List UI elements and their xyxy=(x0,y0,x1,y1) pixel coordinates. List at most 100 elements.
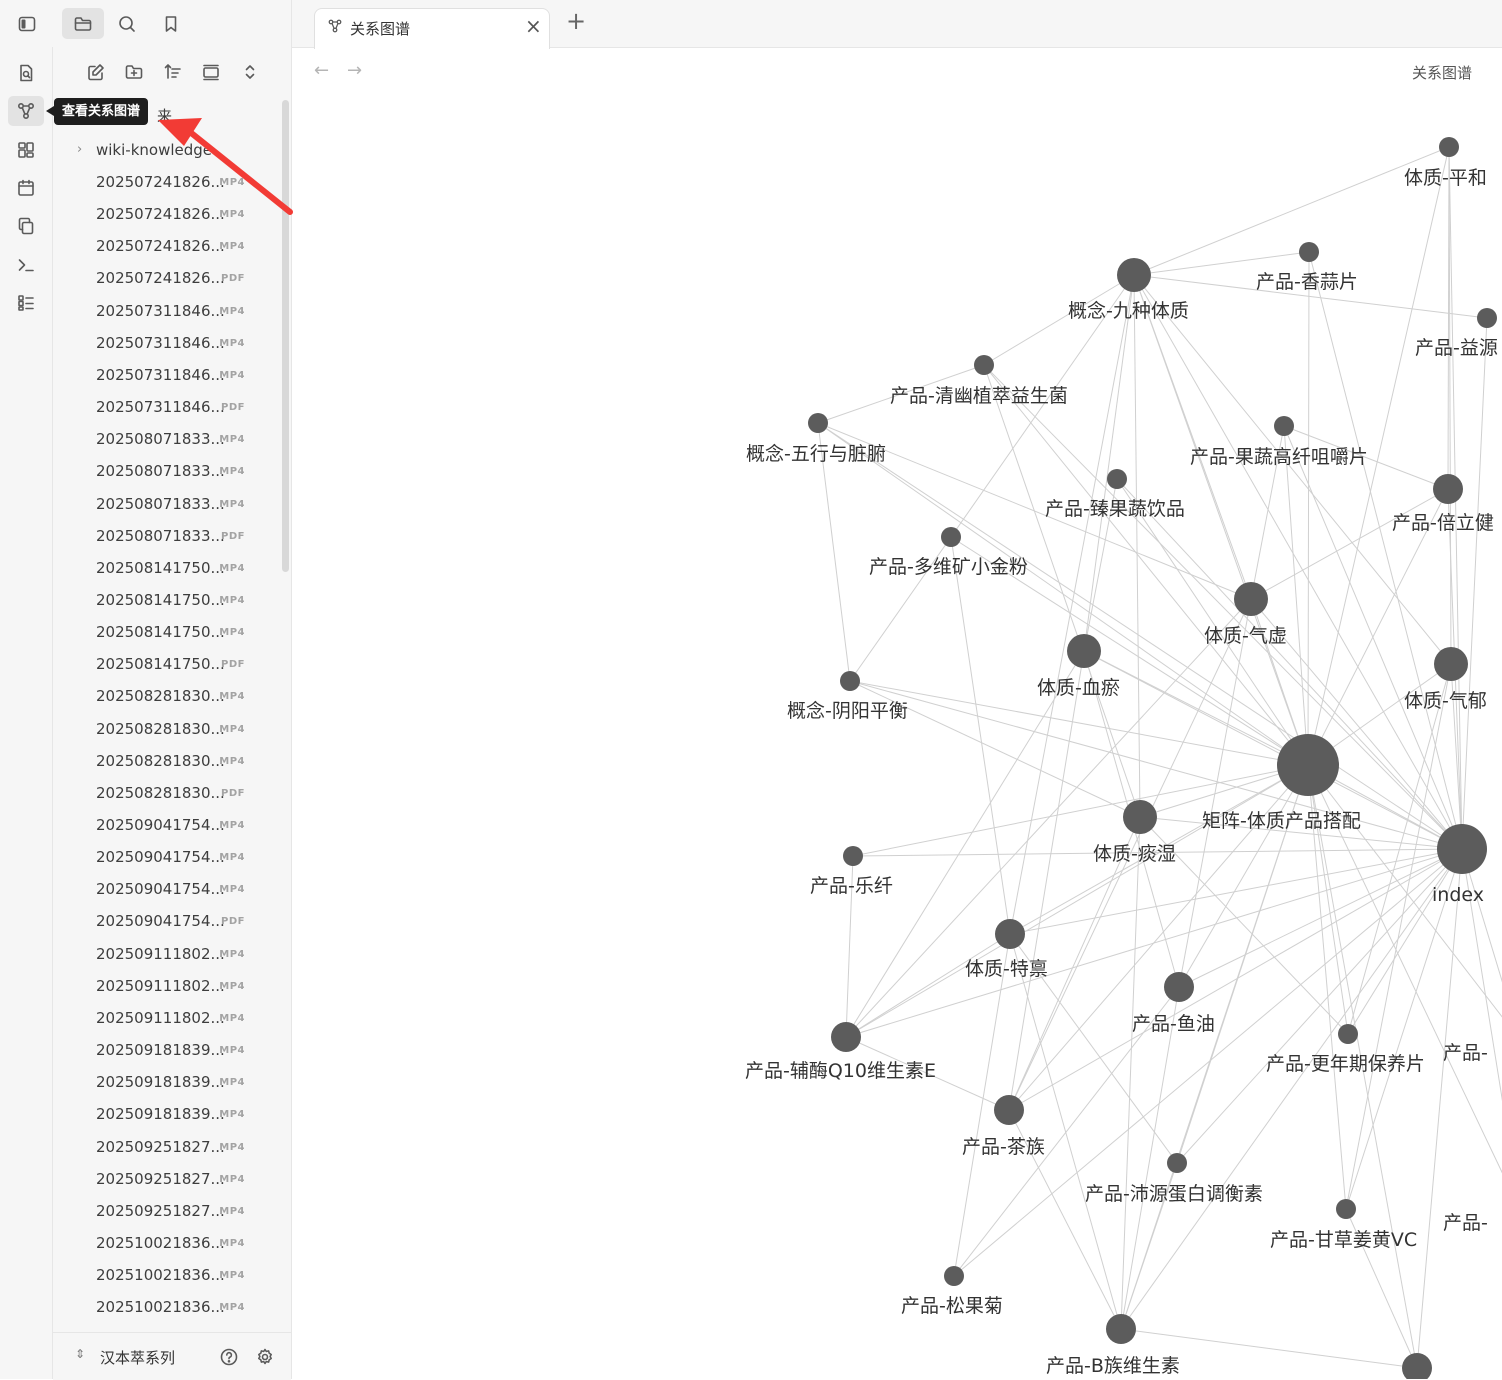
search-icon[interactable] xyxy=(113,10,141,38)
file-row[interactable]: 202507241826... PDF xyxy=(53,263,285,293)
file-row[interactable]: 202508141750... PDF xyxy=(53,649,285,679)
canvas-icon[interactable] xyxy=(12,136,40,164)
graph-node-dot[interactable] xyxy=(1106,1314,1136,1344)
graph-node-label[interactable]: 产品-乐纤 xyxy=(810,875,893,897)
graph-node-dot[interactable] xyxy=(1336,1199,1356,1219)
graph-node[interactable]: 产品-辅酶Q10维生素E xyxy=(745,1022,936,1082)
graph-node[interactable]: 产品-臻果蔬饮品 xyxy=(1045,469,1185,520)
graph-node-dot[interactable] xyxy=(808,413,828,433)
graph-node-label[interactable]: index xyxy=(1432,884,1484,906)
graph-node[interactable]: 产品-益源 xyxy=(1415,308,1498,359)
file-row[interactable]: 202508141750... MP4 xyxy=(53,553,285,583)
graph-node[interactable]: 体质-气虚 xyxy=(1204,582,1287,647)
file-row[interactable]: 202507241826... MP4 xyxy=(53,167,285,197)
bookmark-icon[interactable] xyxy=(157,10,185,38)
file-row[interactable]: 202508141750... MP4 xyxy=(53,617,285,647)
file-row[interactable]: 202508281830... MP4 xyxy=(53,714,285,744)
graph-node-dot[interactable] xyxy=(1402,1353,1432,1379)
graph-node-dot[interactable] xyxy=(1164,972,1194,1002)
graph-node-label[interactable]: 体质-血瘀 xyxy=(1037,677,1120,699)
graph-node-label[interactable]: 产品-B族维生素 xyxy=(1046,1355,1180,1377)
graph-node[interactable]: 概念-五行与脏腑 xyxy=(746,413,886,465)
graph-node-label[interactable]: 产品-甘草姜黄VC xyxy=(1270,1229,1417,1251)
graph-node[interactable]: 产品-茶族 xyxy=(962,1095,1045,1158)
graph-node[interactable]: 产品-清幽植萃益生菌 xyxy=(890,355,1068,407)
graph-node[interactable]: 产品-鱼油 xyxy=(1132,972,1215,1035)
graph-node-label[interactable]: 产品-鱼油 xyxy=(1132,1013,1215,1035)
file-row[interactable]: 202508071833... MP4 xyxy=(53,489,285,519)
graph-node-label[interactable]: 产品-益源 xyxy=(1415,337,1498,359)
graph-node-dot[interactable] xyxy=(1067,634,1101,668)
file-row[interactable]: 202507311846... MP4 xyxy=(53,360,285,390)
file-row[interactable]: 202509041754... MP4 xyxy=(53,874,285,904)
file-row[interactable]: 202509181839... MP4 xyxy=(53,1035,285,1065)
graph-node-dot[interactable] xyxy=(1117,258,1151,292)
graph-node[interactable]: 产品-B族维生素 xyxy=(1046,1314,1180,1377)
new-note-icon[interactable] xyxy=(82,58,110,86)
graph-node[interactable]: index xyxy=(1432,824,1487,906)
graph-node[interactable]: 产品-果蔬高纤咀嚼片 xyxy=(1190,416,1368,468)
graph-node-dot[interactable] xyxy=(1123,800,1157,834)
graph-node-dot[interactable] xyxy=(1299,242,1319,262)
file-row[interactable]: 202507311846... MP4 xyxy=(53,328,285,358)
graph-node-dot[interactable] xyxy=(944,1266,964,1286)
graph-node-label[interactable]: 产品-香蒜片 xyxy=(1256,271,1358,293)
expand-collapse-icon[interactable] xyxy=(236,58,264,86)
graph-node-label[interactable]: 矩阵-体质产品搭配 xyxy=(1202,810,1361,832)
graph-node-label[interactable]: 体质-气虚 xyxy=(1204,625,1287,647)
graph-node-dot[interactable] xyxy=(1338,1024,1358,1044)
graph-node[interactable]: 产品-沛源蛋白调衡素 xyxy=(1085,1153,1263,1205)
graph-node-label[interactable]: 体质-特禀 xyxy=(965,958,1048,980)
new-tab-button[interactable]: + xyxy=(566,9,586,33)
file-row[interactable]: 202509111802... MP4 xyxy=(53,971,285,1001)
file-row[interactable]: 202507311846... PDF xyxy=(53,392,285,422)
graph-node-dot[interactable] xyxy=(1439,137,1459,157)
graph-node-label[interactable]: 产品-茶族 xyxy=(962,1136,1045,1158)
help-icon[interactable] xyxy=(215,1343,243,1371)
calendar-icon[interactable] xyxy=(12,174,40,202)
file-row[interactable]: 202509041754... MP4 xyxy=(53,842,285,872)
file-row[interactable]: 202509251827... MP4 xyxy=(53,1164,285,1194)
graph-node-dot[interactable] xyxy=(994,1095,1024,1125)
graph-node-dot[interactable] xyxy=(831,1022,861,1052)
graph-node[interactable]: 产品-松果菊 xyxy=(901,1266,1003,1317)
file-row[interactable]: 202509181839... MP4 xyxy=(53,1099,285,1129)
graph-node-dot[interactable] xyxy=(995,919,1025,949)
close-icon[interactable]: × xyxy=(525,14,542,38)
file-row[interactable]: 202507241826... MP4 xyxy=(53,231,285,261)
terminal-icon[interactable] xyxy=(12,251,40,279)
file-row[interactable]: 202508281830... PDF xyxy=(53,778,285,808)
graph-node-label[interactable]: 体质-气郁 xyxy=(1404,690,1487,712)
graph-node-label[interactable]: 产品-更年期保养片 xyxy=(1266,1053,1425,1075)
scrollbar[interactable] xyxy=(282,100,289,572)
file-row[interactable]: 202508071833... MP4 xyxy=(53,424,285,454)
file-row[interactable]: 202510021836... MP4 xyxy=(53,1292,285,1322)
folder-row[interactable]: › wiki-knowledge xyxy=(53,135,285,165)
graph-node-dot[interactable] xyxy=(1234,582,1268,616)
graph-node-label[interactable]: 体质-痰湿 xyxy=(1093,843,1176,865)
graph-node-dot[interactable] xyxy=(1167,1153,1187,1173)
collapse-icon[interactable] xyxy=(197,58,225,86)
file-row[interactable]: 202509111802... MP4 xyxy=(53,1003,285,1033)
graph-node-label[interactable]: 产品-多维矿小金粉 xyxy=(869,556,1028,578)
graph-node[interactable]: 产品- xyxy=(1443,1200,1502,1234)
sort-icon[interactable] xyxy=(159,58,187,86)
graph-node-label[interactable]: 产品-倍立健 xyxy=(1392,512,1494,534)
graph-node-label[interactable]: 体质-平和 xyxy=(1404,167,1487,189)
graph-node[interactable]: 概念-阴阳平衡 xyxy=(787,671,908,722)
file-row[interactable]: 202509111802... MP4 xyxy=(53,939,285,969)
graph-node-dot[interactable] xyxy=(1107,469,1127,489)
graph-node-dot[interactable] xyxy=(1277,734,1339,796)
file-row[interactable]: 202509041754... PDF xyxy=(53,906,285,936)
graph-view[interactable]: 体质-平和 概念-九种体质 产品-香蒜片 产品-益源 产品-清幽植萃益生菌 概念-五行与脏… xyxy=(292,48,1502,1379)
graph-node-label[interactable]: 产品-松果菊 xyxy=(901,1295,1003,1317)
file-row[interactable]: 202510021836... MP4 xyxy=(53,1228,285,1258)
file-row[interactable]: 202508141750... MP4 xyxy=(53,585,285,615)
graph-node-dot[interactable] xyxy=(1433,474,1463,504)
file-row[interactable]: 202508071833... MP4 xyxy=(53,456,285,486)
graph-node-label[interactable]: 产品-臻果蔬饮品 xyxy=(1045,498,1185,520)
graph-node-dot[interactable] xyxy=(840,671,860,691)
graph-node-dot[interactable] xyxy=(941,527,961,547)
graph-node[interactable] xyxy=(1402,1353,1432,1379)
file-row[interactable]: 202508281830... MP4 xyxy=(53,746,285,776)
